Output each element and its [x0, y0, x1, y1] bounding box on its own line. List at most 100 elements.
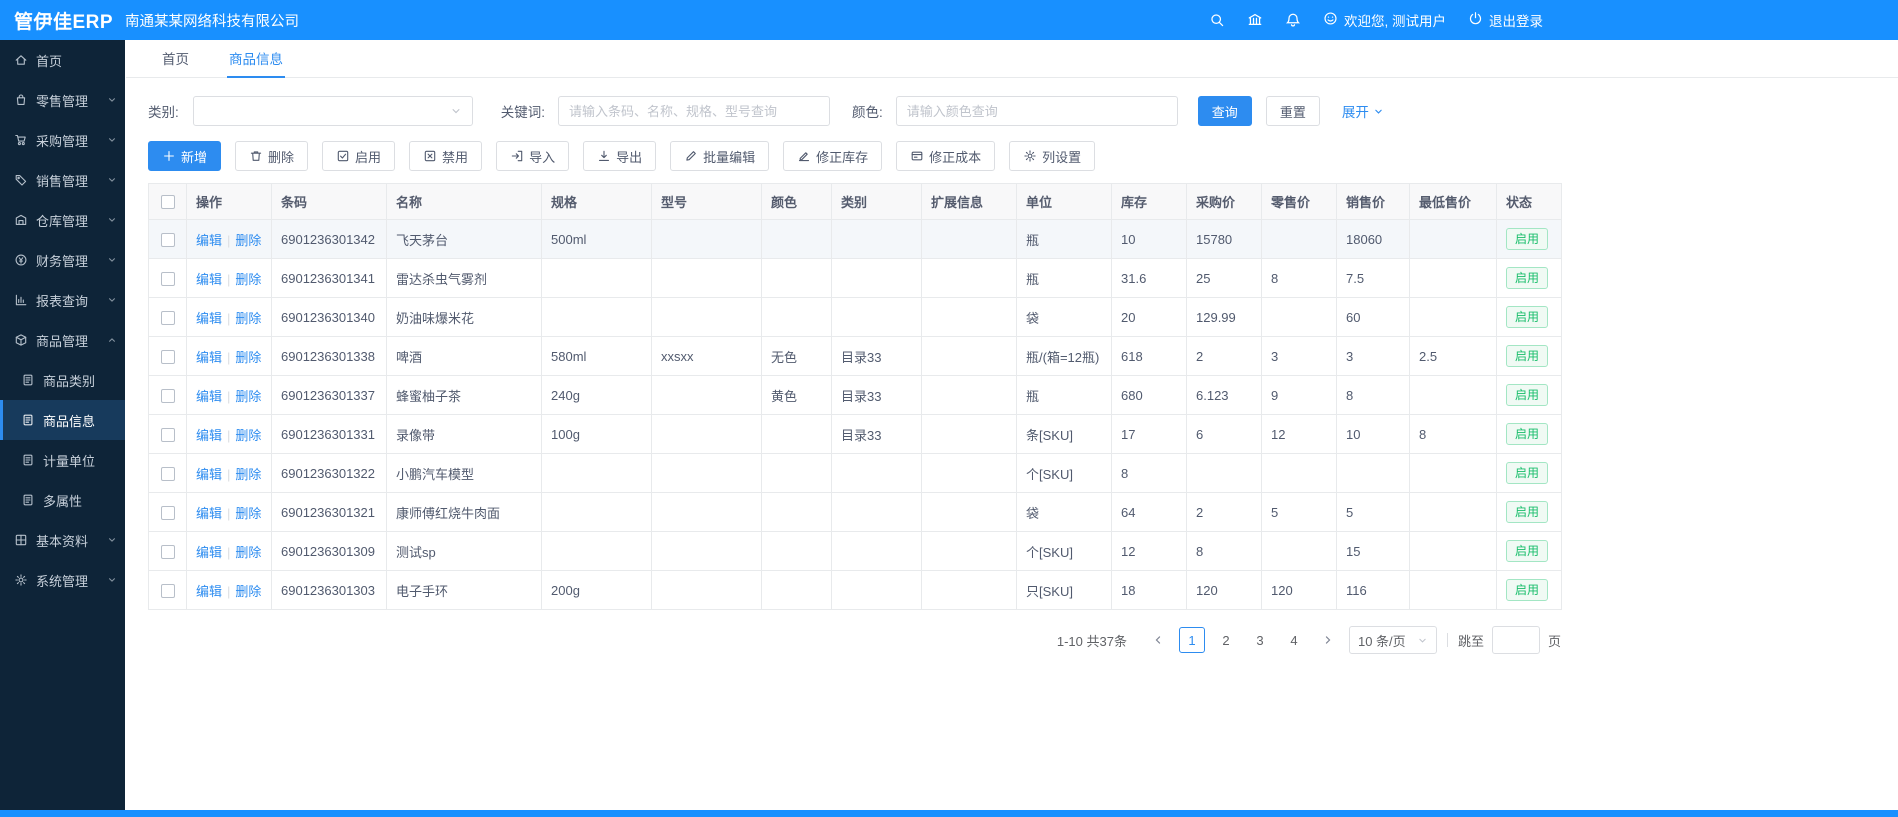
fix-stock-button[interactable]: 修正库存 [783, 141, 882, 171]
edit-link[interactable]: 编辑 [196, 272, 222, 287]
status-badge: 启用 [1506, 306, 1548, 328]
add-button[interactable]: 新增 [148, 141, 221, 171]
logout-button[interactable]: 退出登录 [1468, 10, 1543, 30]
search-button[interactable]: 查询 [1198, 96, 1252, 126]
delete-link[interactable]: 删除 [235, 389, 261, 404]
delete-link[interactable]: 删除 [235, 545, 261, 560]
fix-cost-button[interactable]: 修正成本 [896, 141, 995, 171]
sidebar-item-system[interactable]: 系统管理 [0, 560, 125, 600]
delete-link[interactable]: 删除 [235, 311, 261, 326]
sidebar-item-measure-unit[interactable]: 计量单位 [0, 440, 125, 480]
disable-button[interactable]: 禁用 [409, 141, 482, 171]
color-input[interactable] [896, 96, 1178, 126]
row-checkbox[interactable] [161, 545, 175, 559]
edit-link[interactable]: 编辑 [196, 233, 222, 248]
page-button-4[interactable]: 4 [1281, 627, 1307, 653]
user-welcome[interactable]: 欢迎您, 测试用户 [1323, 10, 1446, 30]
edit-link[interactable]: 编辑 [196, 506, 222, 521]
delete-link[interactable]: 删除 [235, 467, 261, 482]
category-select[interactable] [193, 96, 473, 126]
column-header: 规格 [542, 184, 652, 220]
cell-ext [922, 337, 1017, 376]
row-checkbox[interactable] [161, 506, 175, 520]
row-checkbox[interactable] [161, 467, 175, 481]
app-root: 管伊佳ERP 南通某某网络科技有限公司 欢迎您, 测试用户 [0, 0, 1898, 817]
page-button-3[interactable]: 3 [1247, 627, 1273, 653]
next-page-button[interactable] [1315, 627, 1341, 653]
cell-stock: 31.6 [1112, 259, 1187, 298]
import-button[interactable]: 导入 [496, 141, 569, 171]
page-button-2[interactable]: 2 [1213, 627, 1239, 653]
app-logo: 管伊佳ERP [0, 7, 111, 34]
sidebar-item-goods-info[interactable]: 商品信息 [0, 400, 125, 440]
keyword-input[interactable] [558, 96, 830, 126]
edit-link[interactable]: 编辑 [196, 428, 222, 443]
status-badge: 启用 [1506, 267, 1548, 289]
sidebar-item-retail[interactable]: 零售管理 [0, 80, 125, 120]
sidebar-item-sales[interactable]: 销售管理 [0, 160, 125, 200]
delete-link[interactable]: 删除 [235, 506, 261, 521]
row-checkbox[interactable] [161, 428, 175, 442]
delete-link[interactable]: 删除 [235, 350, 261, 365]
sidebar-item-home[interactable]: 首页 [0, 40, 125, 80]
power-icon [1468, 11, 1483, 29]
edit-link[interactable]: 编辑 [196, 389, 222, 404]
tab-goods-info[interactable]: 商品信息 [227, 40, 285, 78]
page-button-1[interactable]: 1 [1179, 627, 1205, 653]
column-header: 库存 [1112, 184, 1187, 220]
search-icon[interactable] [1209, 12, 1225, 28]
cell-ext [922, 415, 1017, 454]
sidebar-item-multi-attribute[interactable]: 多属性 [0, 480, 125, 520]
page-size-select[interactable]: 10 条/页 [1349, 626, 1437, 654]
tab-home[interactable]: 首页 [160, 40, 191, 78]
enable-button[interactable]: 启用 [322, 141, 395, 171]
bell-icon[interactable] [1285, 12, 1301, 28]
edit-link[interactable]: 编辑 [196, 467, 222, 482]
prev-page-button[interactable] [1145, 627, 1171, 653]
cell-stock: 12 [1112, 532, 1187, 571]
delete-link[interactable]: 删除 [235, 428, 261, 443]
store-icon[interactable] [1247, 12, 1263, 28]
delete-link[interactable]: 删除 [235, 233, 261, 248]
sidebar-item-warehouse[interactable]: 仓库管理 [0, 200, 125, 240]
batch-edit-button[interactable]: 批量编辑 [670, 141, 769, 171]
page-numbers: 1234 [1179, 627, 1307, 653]
sidebar-item-finance[interactable]: 财务管理 [0, 240, 125, 280]
cell-sale_price [1337, 454, 1410, 493]
row-checkbox[interactable] [161, 389, 175, 403]
sidebar-item-goods-category[interactable]: 商品类别 [0, 360, 125, 400]
table-row: 编辑|删除6901236301340奶油味爆米花袋20129.9960启用 [149, 298, 1562, 337]
column-header: 操作 [187, 184, 272, 220]
sidebar-item-purchase[interactable]: 采购管理 [0, 120, 125, 160]
cell-sale_price: 8 [1337, 376, 1410, 415]
column-settings-button[interactable]: 列设置 [1009, 141, 1095, 171]
cell-name: 蜂蜜柚子茶 [387, 376, 542, 415]
cell-retail_price: 12 [1262, 415, 1337, 454]
select-all-checkbox[interactable] [161, 195, 175, 209]
reset-button[interactable]: 重置 [1266, 96, 1320, 126]
sidebar-item-basic-data[interactable]: 基本资料 [0, 520, 125, 560]
row-checkbox[interactable] [161, 272, 175, 286]
jump-page-input[interactable] [1492, 626, 1540, 654]
cell-sale_price: 5 [1337, 493, 1410, 532]
export-button[interactable]: 导出 [583, 141, 656, 171]
row-checkbox[interactable] [161, 233, 175, 247]
delete-link[interactable]: 删除 [235, 272, 261, 287]
home-icon [14, 53, 28, 67]
row-checkbox[interactable] [161, 584, 175, 598]
cell-model [652, 415, 762, 454]
row-checkbox[interactable] [161, 311, 175, 325]
cell-model [652, 532, 762, 571]
row-checkbox[interactable] [161, 350, 175, 364]
edit-link[interactable]: 编辑 [196, 311, 222, 326]
sidebar-item-report[interactable]: 报表查询 [0, 280, 125, 320]
edit-link[interactable]: 编辑 [196, 350, 222, 365]
sidebar-item-goods[interactable]: 商品管理 [0, 320, 125, 360]
expand-link[interactable]: 展开 [1342, 101, 1384, 121]
delete-button[interactable]: 删除 [235, 141, 308, 171]
edit-link[interactable]: 编辑 [196, 584, 222, 599]
filter-bar: 类别: 关键词: 颜色: 查询 重置 展开 [148, 96, 1561, 126]
edit-link[interactable]: 编辑 [196, 545, 222, 560]
delete-link[interactable]: 删除 [235, 584, 261, 599]
status-cell: 启用 [1497, 220, 1562, 259]
